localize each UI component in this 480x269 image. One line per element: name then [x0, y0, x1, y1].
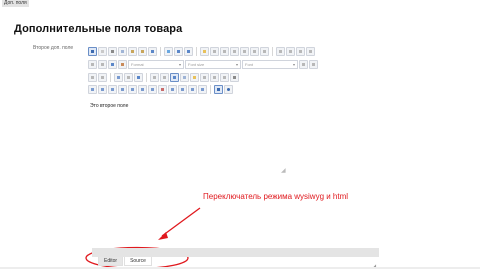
resize-grip-icon[interactable]: ◢ [281, 168, 287, 174]
template-icon[interactable] [148, 85, 157, 94]
font-size-select[interactable]: Font size ▾ [185, 60, 241, 69]
subscript-icon[interactable] [250, 47, 259, 56]
bullet-list-icon[interactable] [88, 60, 97, 69]
underline-icon[interactable] [230, 47, 239, 56]
layer-forward-icon[interactable] [98, 85, 107, 94]
cut-icon[interactable] [108, 47, 117, 56]
section-tag[interactable]: Доп. поля [2, 0, 29, 7]
emoticon-icon[interactable] [190, 73, 199, 82]
grid-icon[interactable] [230, 73, 239, 82]
save-icon[interactable] [88, 47, 97, 56]
outdent-icon[interactable] [88, 73, 97, 82]
strikethrough-icon[interactable] [240, 47, 249, 56]
blockquote-icon[interactable] [160, 73, 169, 82]
align-justify-icon[interactable] [306, 47, 315, 56]
align-left-icon[interactable] [276, 47, 285, 56]
font-select[interactable]: Font ▾ [242, 60, 298, 69]
redo-icon[interactable] [184, 47, 193, 56]
layer-backward-icon[interactable] [108, 85, 117, 94]
editor-content-area[interactable]: Это второе поле [88, 100, 288, 180]
editor-content-text: Это второе поле [90, 103, 129, 109]
format-select[interactable]: Format ▾ [128, 60, 184, 69]
text-color-icon[interactable] [108, 60, 117, 69]
editor-toolbar: Format ▾ Font size ▾ Font ▾ [88, 44, 379, 96]
chevron-down-icon: ▾ [178, 62, 181, 67]
toolbar-row-3 [88, 72, 239, 83]
toolbar-divider [210, 85, 211, 94]
anchor-icon[interactable] [134, 73, 143, 82]
preview-icon[interactable] [198, 85, 207, 94]
toolbar-row-4 [88, 84, 233, 95]
new-document-icon[interactable] [98, 47, 107, 56]
annotation-arrowhead [158, 232, 168, 240]
nonbreaking-space-icon[interactable] [168, 85, 177, 94]
superscript-icon[interactable] [260, 47, 269, 56]
annotation-arrow-line [161, 207, 201, 237]
editor-status-bar [92, 248, 379, 257]
visual-aid-icon[interactable] [158, 85, 167, 94]
chevron-down-icon: ▾ [235, 62, 238, 67]
italic-icon[interactable] [220, 47, 229, 56]
annotation-text: Переключатель режима wysiwyg и html [203, 192, 349, 201]
table-icon[interactable] [180, 73, 189, 82]
absolute-position-icon[interactable] [118, 85, 127, 94]
toolbar-divider [146, 73, 147, 82]
field-label: Второе доп. поле [33, 45, 74, 51]
paste-icon[interactable] [128, 47, 137, 56]
special-char-icon[interactable] [210, 73, 219, 82]
align-center-icon[interactable] [286, 47, 295, 56]
fullscreen-icon[interactable] [214, 85, 223, 94]
horizontal-rule-icon[interactable] [150, 73, 159, 82]
insert-time-icon[interactable] [188, 85, 197, 94]
style-icon[interactable] [128, 85, 137, 94]
cleanup-icon[interactable] [200, 47, 209, 56]
bold-icon[interactable] [210, 47, 219, 56]
toolbar-row-1 [88, 46, 315, 57]
link-icon[interactable] [114, 73, 123, 82]
font-size-select-value: Font size [188, 62, 205, 67]
toolbar-divider [196, 47, 197, 56]
indent-icon[interactable] [98, 73, 107, 82]
paste-text-icon[interactable] [138, 47, 147, 56]
page-title: Дополнительные поля товара [14, 23, 183, 35]
tab-source[interactable]: Source [124, 257, 152, 266]
chevron-down-icon: ▾ [292, 62, 295, 67]
paste-word-icon[interactable] [148, 47, 157, 56]
toolbar-divider [272, 47, 273, 56]
attributes-icon[interactable] [138, 85, 147, 94]
page-break-icon[interactable] [220, 73, 229, 82]
font-select-value: Font [245, 62, 254, 67]
undo-icon[interactable] [174, 47, 183, 56]
toolbar-divider [110, 73, 111, 82]
find-icon[interactable] [164, 47, 173, 56]
insert-layer-icon[interactable] [88, 85, 97, 94]
copy-icon[interactable] [118, 47, 127, 56]
tab-editor[interactable]: Editor [98, 257, 124, 266]
toolbar-row-2: Format ▾ Font size ▾ Font ▾ [88, 59, 318, 70]
background-color-icon[interactable] [118, 60, 127, 69]
numbered-list-icon[interactable] [98, 60, 107, 69]
font-color-icon[interactable] [299, 60, 308, 69]
media-icon[interactable] [200, 73, 209, 82]
highlight-icon[interactable] [309, 60, 318, 69]
insert-date-icon[interactable] [178, 85, 187, 94]
unlink-icon[interactable] [124, 73, 133, 82]
mode-switcher: Editor Source [98, 257, 152, 266]
toolbar-divider [160, 47, 161, 56]
image-icon[interactable] [170, 73, 179, 82]
align-right-icon[interactable] [296, 47, 305, 56]
format-select-value: Format [131, 62, 144, 67]
help-icon[interactable] [224, 85, 233, 94]
